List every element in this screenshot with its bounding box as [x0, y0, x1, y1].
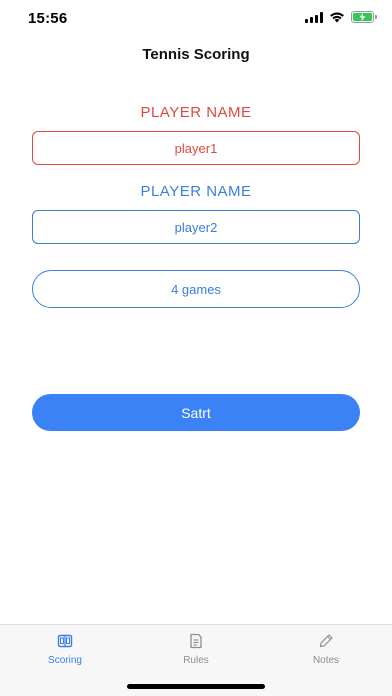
player2-name-label: PLAYER NAME: [140, 183, 252, 200]
status-icons: [305, 11, 377, 23]
tab-notes[interactable]: Notes: [276, 633, 376, 666]
games-count-selector[interactable]: 4 games: [32, 270, 360, 308]
player1-name-field[interactable]: player1: [32, 131, 360, 165]
document-icon: [190, 633, 202, 649]
scoreboard-icon: [57, 634, 73, 648]
status-time: 15:56: [28, 10, 68, 27]
home-indicator: [127, 684, 265, 689]
tab-scoring-label: Scoring: [48, 655, 82, 666]
tab-notes-label: Notes: [312, 655, 340, 666]
start-button[interactable]: Satrt: [32, 394, 360, 431]
player2-name-value: player2: [174, 219, 218, 235]
start-button-label: Satrt: [181, 404, 211, 421]
status-bar: 15:56: [0, 0, 392, 40]
player1-name-value: player1: [174, 140, 218, 156]
cellular-signal-icon: [305, 11, 323, 23]
tab-scoring[interactable]: Scoring: [15, 633, 115, 666]
tab-rules[interactable]: Rules: [146, 633, 246, 666]
page-title: Tennis Scoring: [142, 46, 250, 63]
games-count-value: 4 games: [171, 281, 221, 297]
player2-name-field[interactable]: player2: [32, 210, 360, 244]
wifi-icon: [330, 12, 344, 23]
battery-charging-icon: [351, 11, 377, 23]
pencil-icon: [319, 634, 333, 648]
player1-name-label: PLAYER NAME: [140, 104, 252, 121]
tab-rules-label: Rules: [183, 655, 209, 666]
